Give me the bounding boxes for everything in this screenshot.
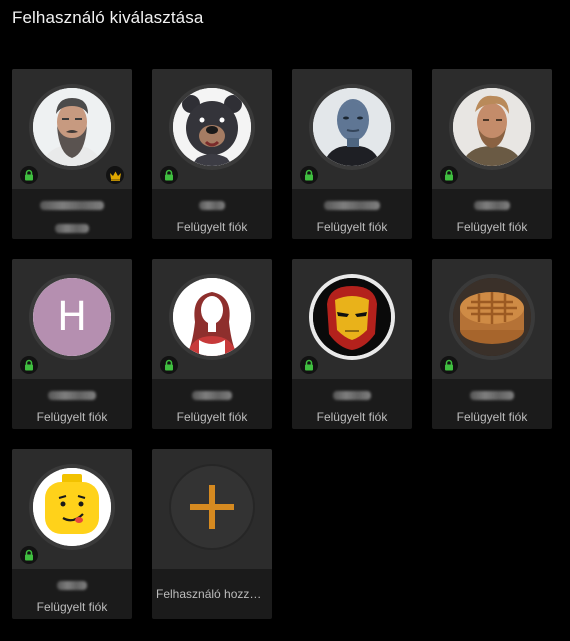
rugged-man-avatar-icon [453, 88, 531, 166]
lock-icon [160, 356, 178, 374]
profile-tile[interactable] [12, 69, 132, 239]
avatar [173, 278, 251, 356]
avatar [313, 88, 391, 166]
supervised-account-label: Felügyelt fiók [456, 220, 528, 234]
avatar [33, 468, 111, 546]
avatar [313, 278, 391, 356]
profile-name-redacted [333, 391, 371, 400]
profile-tile[interactable]: Felügyelt fiók [12, 449, 132, 619]
avatar [173, 88, 251, 166]
profile-tile[interactable]: Felügyelt fiók [292, 259, 412, 429]
profile-name-redacted [40, 201, 104, 210]
profile-name-redacted [324, 201, 380, 210]
profile-name-redacted [199, 201, 225, 210]
avatar [33, 88, 111, 166]
profile-tile[interactable]: Felügyelt fiók [432, 259, 552, 429]
add-user-button[interactable] [169, 464, 255, 550]
profile-tile[interactable]: Felügyelt fiók [152, 69, 272, 239]
letter-avatar: H [33, 278, 111, 356]
supervised-account-label: Felügyelt fiók [176, 410, 248, 424]
plus-icon [190, 485, 234, 529]
profile-name-redacted [57, 581, 87, 590]
bear-avatar-icon [173, 88, 251, 166]
profile-name-redacted [192, 391, 232, 400]
supervised-account-label: Felügyelt fiók [316, 220, 388, 234]
lock-icon [20, 166, 38, 184]
add-user-tile[interactable]: Felhasználó hozzáadása [152, 449, 272, 619]
supervised-account-label: Felügyelt fiók [316, 410, 388, 424]
lock-icon [160, 166, 178, 184]
toy-head-avatar-icon [33, 468, 111, 546]
pie-avatar-icon [453, 278, 531, 356]
blue-alien-avatar-icon [313, 88, 391, 166]
add-user-label: Felhasználó hozzáadása [156, 587, 268, 601]
lock-icon [20, 546, 38, 564]
lock-icon [440, 356, 458, 374]
crown-icon [106, 166, 124, 184]
profile-name-redacted [48, 391, 96, 400]
avatar [453, 278, 531, 356]
profile-tile[interactable]: Felügyelt fiók [432, 69, 552, 239]
lock-icon [20, 356, 38, 374]
profile-name-redacted [55, 224, 89, 233]
iron-helmet-avatar-icon [313, 278, 391, 356]
profile-grid: Felügyelt fiók Felügyelt fiók Felügyelt … [12, 69, 552, 619]
supervised-account-label: Felügyelt fiók [456, 410, 528, 424]
avatar: H [33, 278, 111, 356]
lock-icon [300, 166, 318, 184]
profile-name-redacted [474, 201, 510, 210]
supervised-account-label: Felügyelt fiók [36, 410, 108, 424]
woman-silhouette-avatar-icon [173, 278, 251, 356]
supervised-account-label: Felügyelt fiók [36, 600, 108, 614]
profile-tile[interactable]: Felügyelt fiók [152, 259, 272, 429]
lock-icon [440, 166, 458, 184]
page-title: Felhasználó kiválasztása [12, 8, 204, 27]
profile-tile[interactable]: H Felügyelt fiók [12, 259, 132, 429]
profile-tile[interactable]: Felügyelt fiók [292, 69, 412, 239]
avatar [453, 88, 531, 166]
lock-icon [300, 356, 318, 374]
supervised-account-label: Felügyelt fiók [176, 220, 248, 234]
bearded-man-avatar-icon [33, 88, 111, 166]
profile-name-redacted [470, 391, 514, 400]
